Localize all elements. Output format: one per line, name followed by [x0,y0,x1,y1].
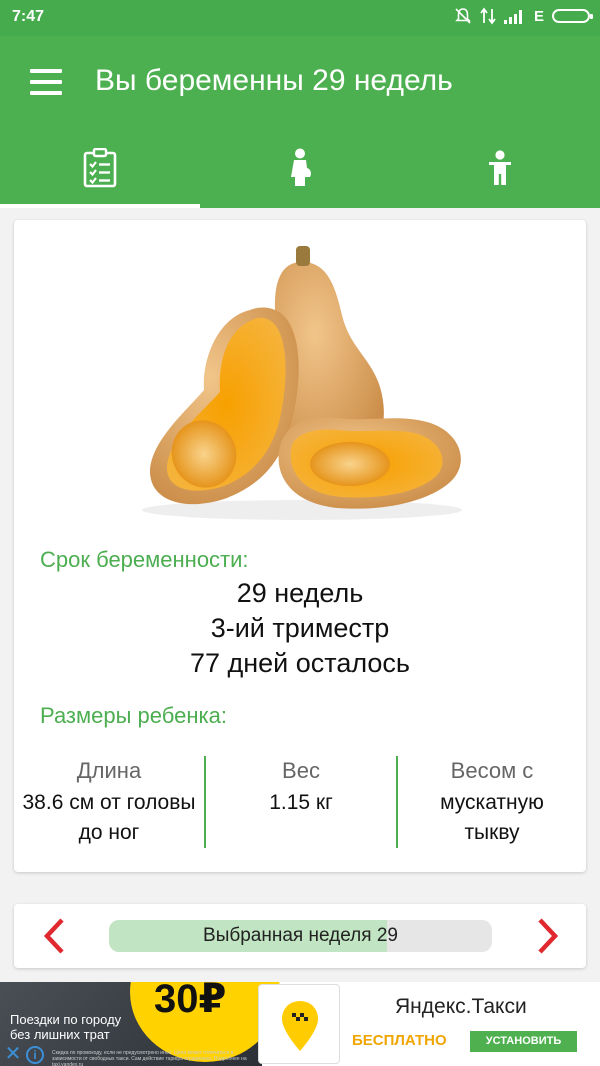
size-weight-head: Вес [282,758,320,783]
days-left-value: 77 дней осталось [189,648,411,678]
ad-price: 30₽ [154,982,227,1021]
weeks-value: 29 недель [236,578,364,608]
taxi-logo [258,984,340,1064]
close-icon[interactable]: ✕ [2,1044,24,1066]
tab-baby[interactable] [400,128,600,208]
status-icons: E [454,7,593,25]
pregnancy-card: Срок беременности: 29 недель 3-ий тримес… [14,220,586,872]
mute-bell-icon [455,8,471,24]
menu-icon[interactable] [30,69,62,95]
network-type: E [533,7,544,25]
week-selector: Выбранная неделя 29 [14,904,586,968]
ad-banner[interactable]: 30₽ Поездки по городу без лишних трат Ск… [0,982,600,1066]
tab-pregnancy-info[interactable] [0,128,200,208]
size-comparison: Весом с мускатную тыкву [398,756,586,848]
data-transfer-icon [480,7,496,25]
checklist-icon [83,148,117,188]
size-comparison-value: мускатную тыкву [440,791,544,844]
ad-fine-print: Скидка по промокоду, если не предусмотре… [52,1050,247,1066]
ad-brand: Яндекс.Такси [395,995,527,1018]
baby-sizes: Длина 38.6 см от головы до ног Вес 1.15 … [14,756,586,848]
tab-indicator [0,204,200,208]
signal-icon [503,10,522,24]
size-length: Длина 38.6 см от головы до ног [14,756,204,848]
size-length-value: 38.6 см от головы до ног [22,791,196,844]
pregnant-woman-icon [291,148,311,186]
tab-mother[interactable] [200,128,400,208]
tab-bar [0,128,600,208]
chevron-left-icon[interactable] [36,916,76,956]
child-icon [489,150,511,185]
app-bar: Вы беременны 29 недель [0,36,600,128]
ad-free-label: БЕСПЛАТНО [352,1032,447,1049]
status-bar: 7:47 E [0,0,600,36]
term-label: Срок беременности: [40,547,249,572]
butternut-squash-image [142,246,462,520]
info-icon[interactable]: i [26,1046,44,1064]
size-length-head: Длина [76,758,142,783]
week-progress-bar[interactable]: Выбранная неделя 29 [109,920,492,952]
chevron-right-icon[interactable] [526,916,566,956]
trimester-value: 3-ий триместр [210,613,390,643]
ad-install-button[interactable]: УСТАНОВИТЬ [470,1031,577,1052]
size-weight: Вес 1.15 кг [206,756,396,818]
page-title: Вы беременны 29 недель [95,64,453,97]
selected-week-label: Выбранная неделя 29 [203,925,398,946]
status-time: 7:47 [12,8,45,25]
taxi-pin-icon [282,1001,318,1051]
battery-icon [552,9,593,23]
ad-tagline: Поездки по городу без лишних трат [10,1012,122,1042]
size-weight-value: 1.15 кг [269,791,333,814]
sizes-label: Размеры ребенка: [40,703,227,728]
size-comparison-head: Весом с [450,758,534,783]
